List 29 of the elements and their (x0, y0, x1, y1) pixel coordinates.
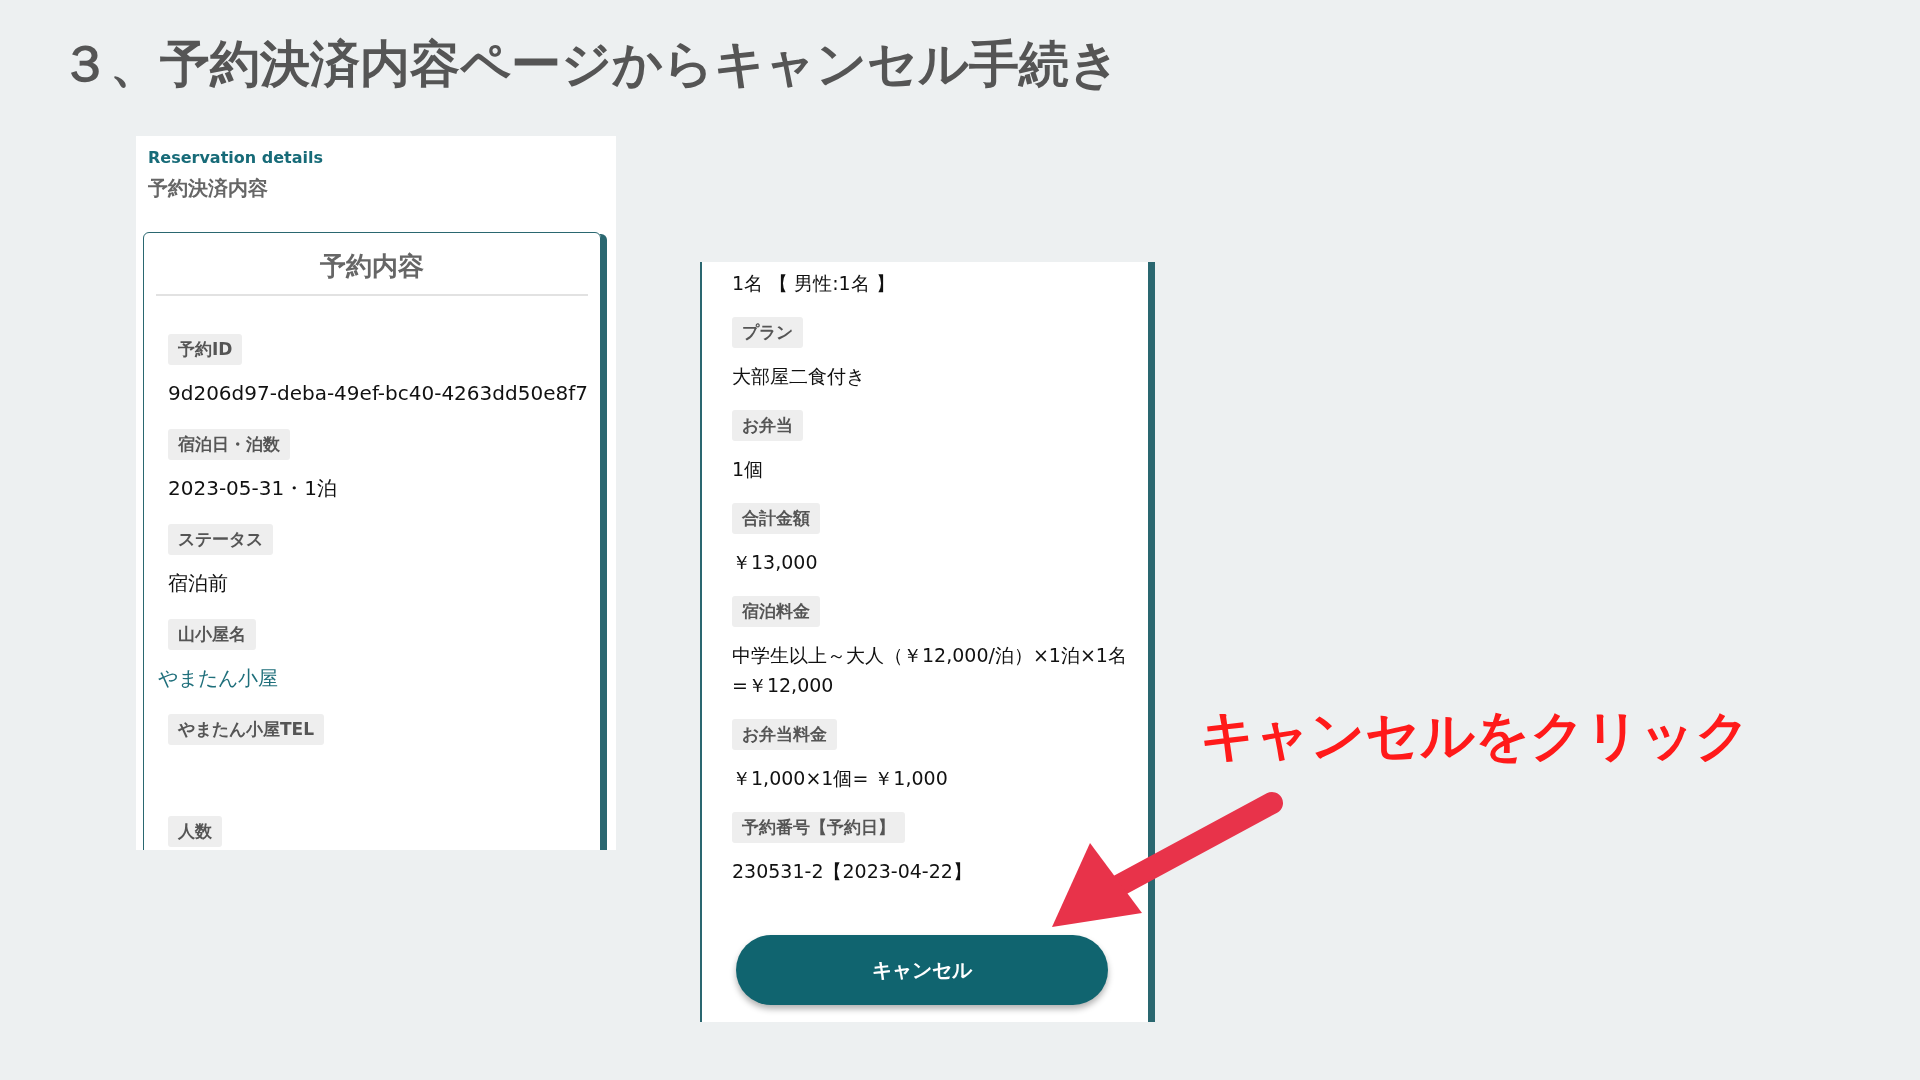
field-label: お弁当 (732, 410, 803, 441)
field-label: 予約ID (168, 334, 243, 365)
field-value: 9d206d97-deba-49ef-bc40-4263dd50e8f7 (168, 380, 588, 407)
field-label: お弁当料金 (732, 719, 837, 750)
field-value: 1名 【 男性:1名 】 (732, 271, 895, 296)
field-label: 人数 (168, 816, 222, 847)
field-value: 2023-05-31・1泊 (168, 475, 338, 502)
section-heading: 予約決済内容 (148, 175, 269, 202)
field-value: ￥1,000×1個= ￥1,000 (732, 766, 948, 791)
field-label: ステータス (168, 524, 273, 555)
field-value: 230531-2【2023-04-22】 (732, 859, 972, 884)
field-value: 1個 (732, 457, 764, 482)
field-value: 宿泊前 (168, 570, 229, 597)
field-label: 予約番号【予約日】 (732, 812, 905, 843)
hut-link[interactable]: やまたん小屋 (158, 663, 588, 693)
field-value: 大部屋二食付き (732, 364, 865, 389)
field-label: 宿泊日・泊数 (168, 429, 290, 460)
card-title: 予約内容 (319, 250, 425, 283)
field-label: 宿泊料金 (732, 596, 820, 627)
section-eyebrow: Reservation details (148, 148, 324, 167)
field-label: プラン (732, 317, 803, 348)
field-value: 中学生以上～大人（￥12,000/泊）×1泊×1名 =￥12,000 (732, 643, 1127, 698)
cancel-button[interactable]: キャンセル (736, 935, 1108, 1005)
annotation-text: キャンセルをクリック (1200, 703, 1750, 769)
slide-title: ３、予約決済内容ページからキャンセル手続き (59, 34, 1121, 95)
field-value: ￥13,000 (732, 550, 818, 575)
field-label: 合計金額 (732, 503, 820, 534)
field-label: やまたん小屋TEL (168, 714, 325, 745)
field-label: 山小屋名 (168, 619, 256, 650)
